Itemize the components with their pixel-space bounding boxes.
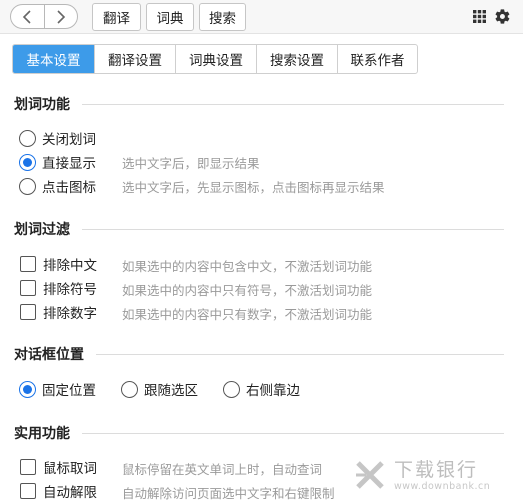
section-title-text: 实用功能	[14, 426, 70, 442]
option-description: 如果选中的内容中只有数字，不激活划词功能	[122, 307, 373, 322]
radio-option-right[interactable]: 右侧靠边	[223, 378, 300, 400]
watermark-text: 下载银行	[394, 458, 479, 481]
checkbox-exclude-symbols[interactable]: 排除符号	[20, 277, 97, 299]
checkbox[interactable]	[20, 483, 36, 499]
checkbox-exclude-chinese[interactable]: 排除中文	[20, 253, 97, 275]
radio-button[interactable]	[19, 129, 36, 147]
radio-option-direct[interactable]: 直接显示	[19, 151, 96, 173]
section-title-text: 对话框位置	[14, 347, 84, 363]
option-description: 鼠标停留在英文单词上时，自动查词	[122, 462, 323, 477]
option-description: 如果选中的内容中只有符号，不激活划词功能	[122, 283, 373, 298]
watermark-logo-icon	[356, 461, 384, 489]
option-description: 选中文字后，先显示图标，点击图标再显示结果	[122, 180, 385, 195]
section-title-utility: 实用功能	[14, 423, 504, 443]
option-label: 鼠标取词	[43, 461, 97, 477]
option-description: 选中文字后，即显示结果	[122, 156, 260, 171]
checkbox-exclude-numbers[interactable]: 排除数字	[20, 301, 97, 323]
checkbox-mouse-lookup[interactable]: 鼠标取词	[20, 456, 97, 478]
forward-button[interactable]	[43, 5, 78, 28]
option-label: 排除符号	[43, 282, 97, 298]
settings-tabs: 基本设置 翻译设置 词典设置 搜索设置 联系作者	[12, 44, 418, 74]
radio-option-disable[interactable]: 关闭划词	[19, 127, 96, 149]
history-nav	[10, 4, 78, 29]
section-title-filter: 划词过滤	[14, 219, 504, 239]
tab-search[interactable]: 搜索	[199, 3, 246, 31]
chevron-left-icon	[23, 9, 31, 24]
checkbox[interactable]	[20, 280, 36, 296]
section-title-word-selection: 划词功能	[14, 94, 504, 114]
section-title-text: 划词功能	[14, 97, 70, 113]
divider	[82, 432, 504, 434]
tab-contact-author[interactable]: 联系作者	[337, 45, 417, 73]
option-label: 排除数字	[43, 306, 97, 322]
radio-button-selected[interactable]	[19, 380, 36, 398]
watermark: 下载银行 www.downbank.cn	[352, 452, 520, 498]
gear-icon[interactable]	[494, 8, 511, 25]
radio-button[interactable]	[19, 177, 36, 195]
radio-option-fixed[interactable]: 固定位置	[19, 378, 96, 400]
divider	[82, 228, 504, 230]
back-button[interactable]	[11, 5, 44, 28]
top-bar: 翻译 词典 搜索	[0, 0, 523, 34]
section-title-text: 划词过滤	[14, 222, 70, 238]
tab-dictionary[interactable]: 词典	[146, 3, 194, 31]
tab-translate[interactable]: 翻译	[92, 3, 141, 31]
option-label: 跟随选区	[144, 383, 198, 399]
divider	[96, 353, 504, 355]
grid-icon[interactable]	[473, 10, 486, 23]
checkbox-auto-unlock[interactable]: 自动解限	[20, 480, 97, 501]
radio-button-selected[interactable]	[19, 153, 36, 171]
chevron-right-icon	[57, 9, 65, 24]
watermark-url: www.downbank.cn	[394, 480, 491, 492]
option-description: 自动解除访问页面选中文字和右键限制	[122, 486, 335, 501]
tab-dictionary-settings[interactable]: 词典设置	[175, 45, 256, 73]
option-label: 关闭划词	[42, 132, 96, 148]
radio-option-follow[interactable]: 跟随选区	[121, 378, 198, 400]
divider	[82, 103, 504, 105]
option-description: 如果选中的内容中包含中文，不激活划词功能	[122, 259, 373, 274]
checkbox[interactable]	[20, 256, 36, 272]
radio-button[interactable]	[121, 380, 138, 398]
option-label: 直接显示	[42, 156, 96, 172]
checkbox[interactable]	[20, 459, 36, 475]
section-title-dialog-position: 对话框位置	[14, 344, 504, 364]
tab-search-settings[interactable]: 搜索设置	[256, 45, 337, 73]
radio-button[interactable]	[223, 380, 240, 398]
option-label: 点击图标	[42, 180, 96, 196]
radio-option-icon[interactable]: 点击图标	[19, 175, 96, 197]
tab-basic-settings[interactable]: 基本设置	[13, 45, 94, 73]
checkbox[interactable]	[20, 304, 36, 320]
option-label: 右侧靠边	[246, 383, 300, 399]
option-label: 排除中文	[43, 258, 97, 274]
option-label: 固定位置	[42, 383, 96, 399]
tab-translate-settings[interactable]: 翻译设置	[94, 45, 175, 73]
option-label: 自动解限	[43, 485, 97, 501]
